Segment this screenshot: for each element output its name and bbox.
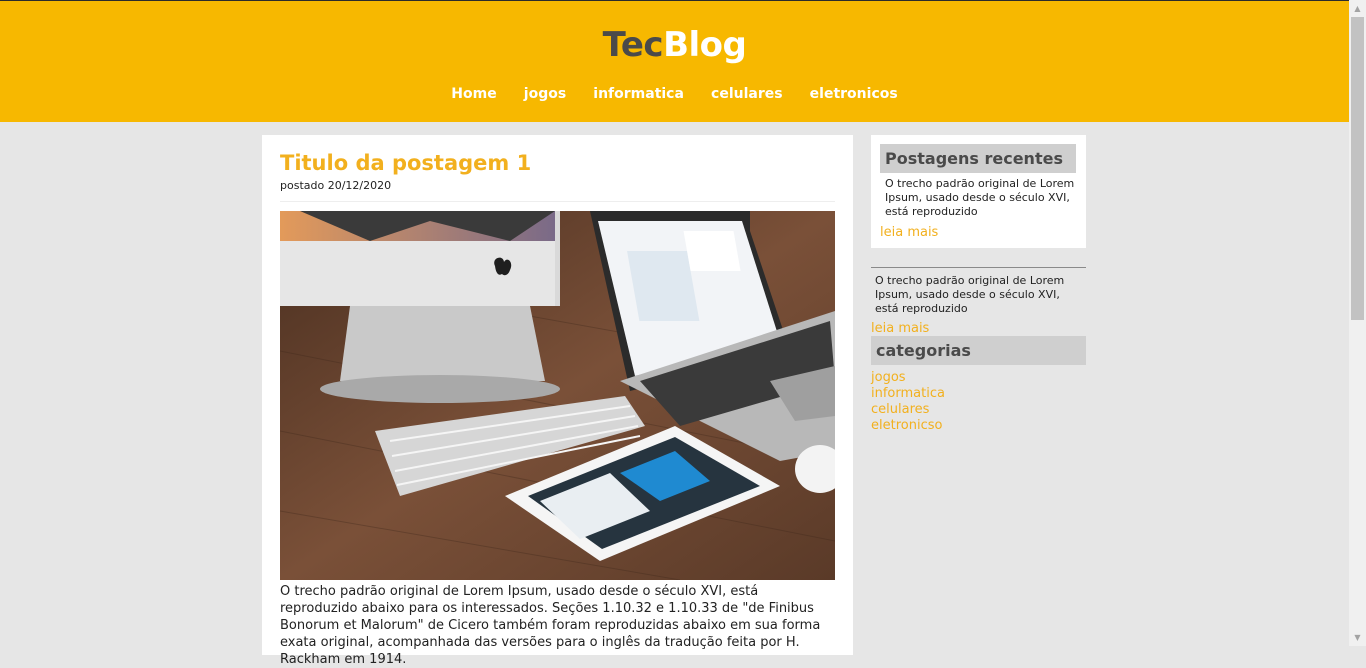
blog-post: Titulo da postagem 1 postado 20/12/2020 xyxy=(262,135,853,667)
category-link-celulares[interactable]: celulares xyxy=(871,402,929,417)
divider xyxy=(871,267,1086,268)
logo-part-tec: Tec xyxy=(602,25,664,65)
category-link-informatica[interactable]: informatica xyxy=(871,386,945,401)
nav-informatica[interactable]: informatica xyxy=(593,86,684,102)
recent-posts-box: Postagens recentes O trecho padrão origi… xyxy=(871,135,1086,248)
recent-post-excerpt: O trecho padrão original de Lorem Ipsum,… xyxy=(875,274,1065,315)
site-header: TecBlog Home jogos informatica celulares… xyxy=(0,1,1349,122)
nav-jogos[interactable]: jogos xyxy=(524,86,566,102)
arrow-down-icon[interactable]: ▼ xyxy=(1349,629,1366,646)
post-divider xyxy=(280,201,835,202)
list-item: celulares xyxy=(871,402,1086,418)
vertical-scrollbar[interactable]: ▲ ▼ xyxy=(1349,0,1366,646)
categories-list: jogos informatica celulares eletronicso xyxy=(871,370,1086,434)
category-link-jogos[interactable]: jogos xyxy=(871,370,906,385)
main-nav: Home jogos informatica celulares eletron… xyxy=(0,83,1349,102)
post-image xyxy=(280,211,835,580)
scroll-thumb[interactable] xyxy=(1351,17,1364,320)
post-title[interactable]: Titulo da postagem 1 xyxy=(280,151,531,175)
workspace-photo xyxy=(280,211,835,580)
post-date: postado 20/12/2020 xyxy=(280,179,392,192)
read-more-link[interactable]: leia mais xyxy=(880,225,938,240)
recent-posts-heading: Postagens recentes xyxy=(880,144,1076,173)
category-link-eletronicso[interactable]: eletronicso xyxy=(871,418,942,433)
nav-home[interactable]: Home xyxy=(451,86,496,102)
read-more-link[interactable]: leia mais xyxy=(871,321,1086,336)
arrow-up-icon[interactable]: ▲ xyxy=(1349,0,1366,17)
list-item: informatica xyxy=(871,386,1086,402)
logo-part-blog: Blog xyxy=(663,25,747,65)
categories-box: categorias jogos informatica celulares e… xyxy=(871,336,1086,434)
list-item: eletronicso xyxy=(871,418,1086,434)
recent-post-excerpt: O trecho padrão original de Lorem Ipsum,… xyxy=(885,177,1075,218)
post-body: O trecho padrão original de Lorem Ipsum,… xyxy=(280,584,821,667)
recent-post-item: O trecho padrão original de Lorem Ipsum,… xyxy=(871,267,1086,336)
categories-heading: categorias xyxy=(871,336,1086,365)
site-logo[interactable]: TecBlog xyxy=(0,25,1349,65)
nav-eletronicos[interactable]: eletronicos xyxy=(810,86,898,102)
list-item: jogos xyxy=(871,370,1086,386)
nav-celulares[interactable]: celulares xyxy=(711,86,783,102)
